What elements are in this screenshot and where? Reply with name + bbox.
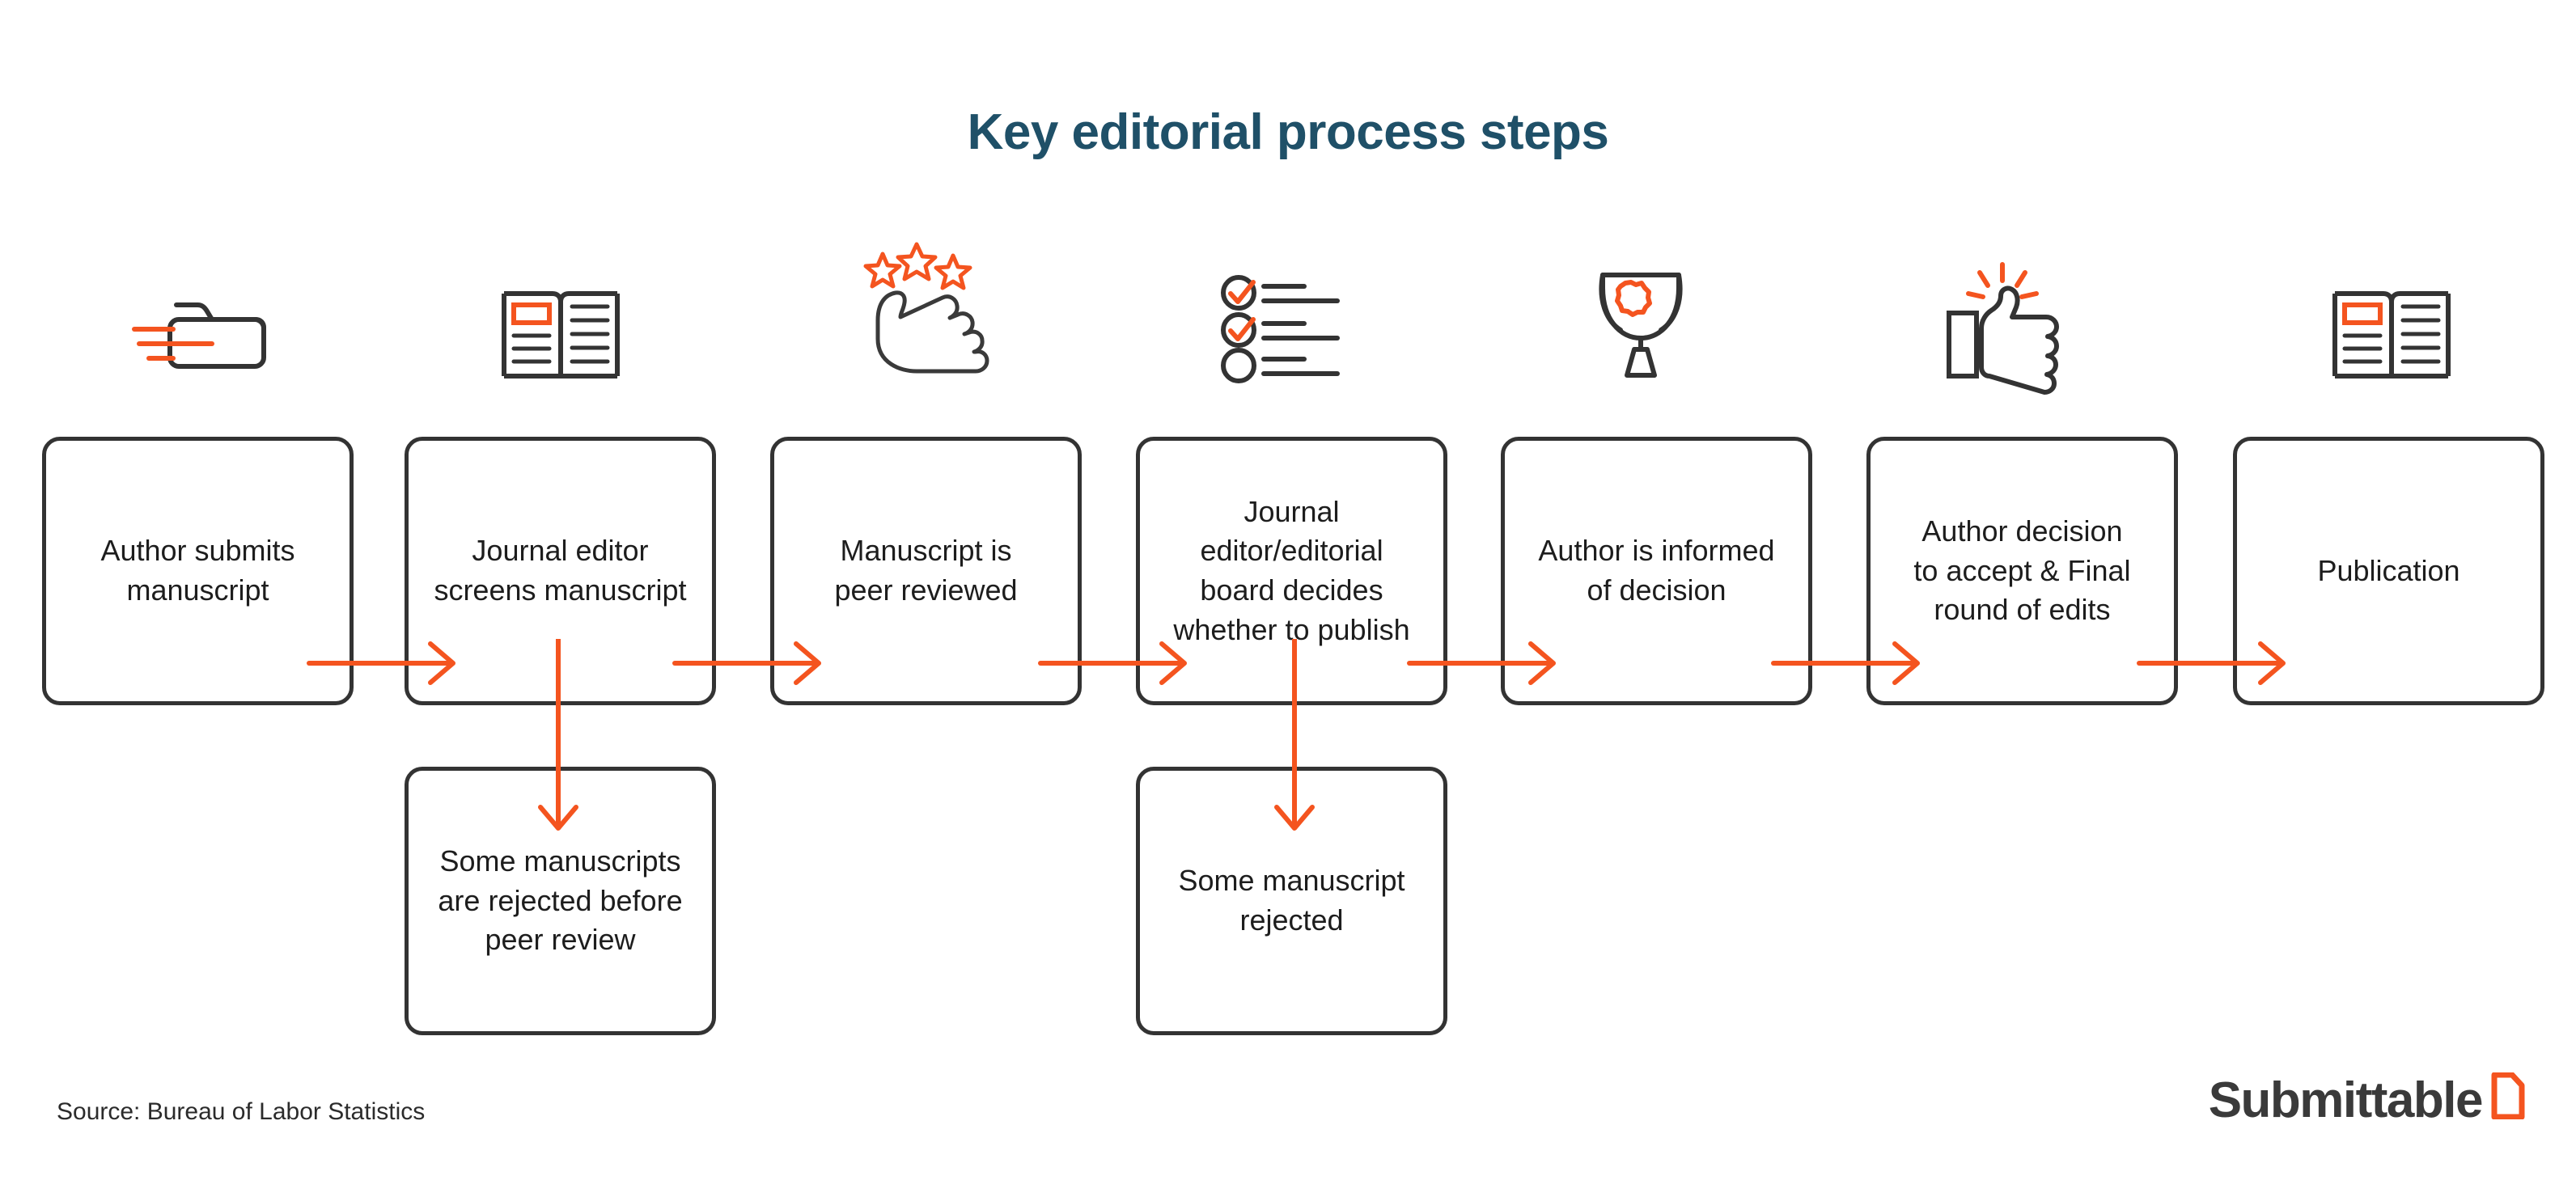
trophy-icon — [1485, 267, 1796, 380]
folder-upload-icon — [44, 287, 356, 376]
step-label: Author submits manuscript — [100, 534, 295, 607]
flow-arrow-5 — [1771, 639, 1926, 687]
thumbs-up-sparkle-icon — [1845, 262, 2156, 395]
step-label: Author is informed of decision — [1538, 534, 1775, 607]
branch-arrow-down-1 — [534, 639, 583, 833]
step-label: Author decision to accept & Final round … — [1913, 514, 2131, 627]
step-label: Publication — [2317, 553, 2460, 587]
step-label: Journal editor/editorial board decides w… — [1173, 494, 1410, 646]
flow-arrow-4 — [1407, 639, 1561, 687]
submittable-page-mark-icon — [2490, 1072, 2526, 1119]
source-note: Source: Bureau of Labor Statistics — [57, 1098, 426, 1125]
thumbs-up-stars-icon — [765, 242, 1076, 382]
flow-arrow-6 — [2137, 639, 2291, 687]
checklist-icon — [1125, 275, 1436, 383]
flow-arrow-2 — [672, 639, 827, 687]
branch-arrow-down-2 — [1270, 639, 1319, 833]
branch-label: Some manuscript rejected — [1178, 864, 1405, 937]
submittable-logo: Submittable — [2208, 1072, 2526, 1128]
flow-arrow-3 — [1038, 639, 1193, 687]
open-book-icon — [2235, 283, 2547, 380]
page-title: Key editorial process steps — [967, 104, 1609, 160]
open-book-icon — [405, 283, 716, 380]
flow-arrow-1 — [307, 639, 461, 687]
diagram-canvas: Key editorial process steps Author submi… — [0, 0, 2576, 1180]
logo-wordmark: Submittable — [2208, 1072, 2484, 1128]
step-label: Journal editor screens manuscript — [434, 534, 687, 607]
branch-label: Some manuscripts are rejected before pee… — [438, 844, 683, 957]
step-label: Manuscript is peer reviewed — [834, 534, 1018, 607]
